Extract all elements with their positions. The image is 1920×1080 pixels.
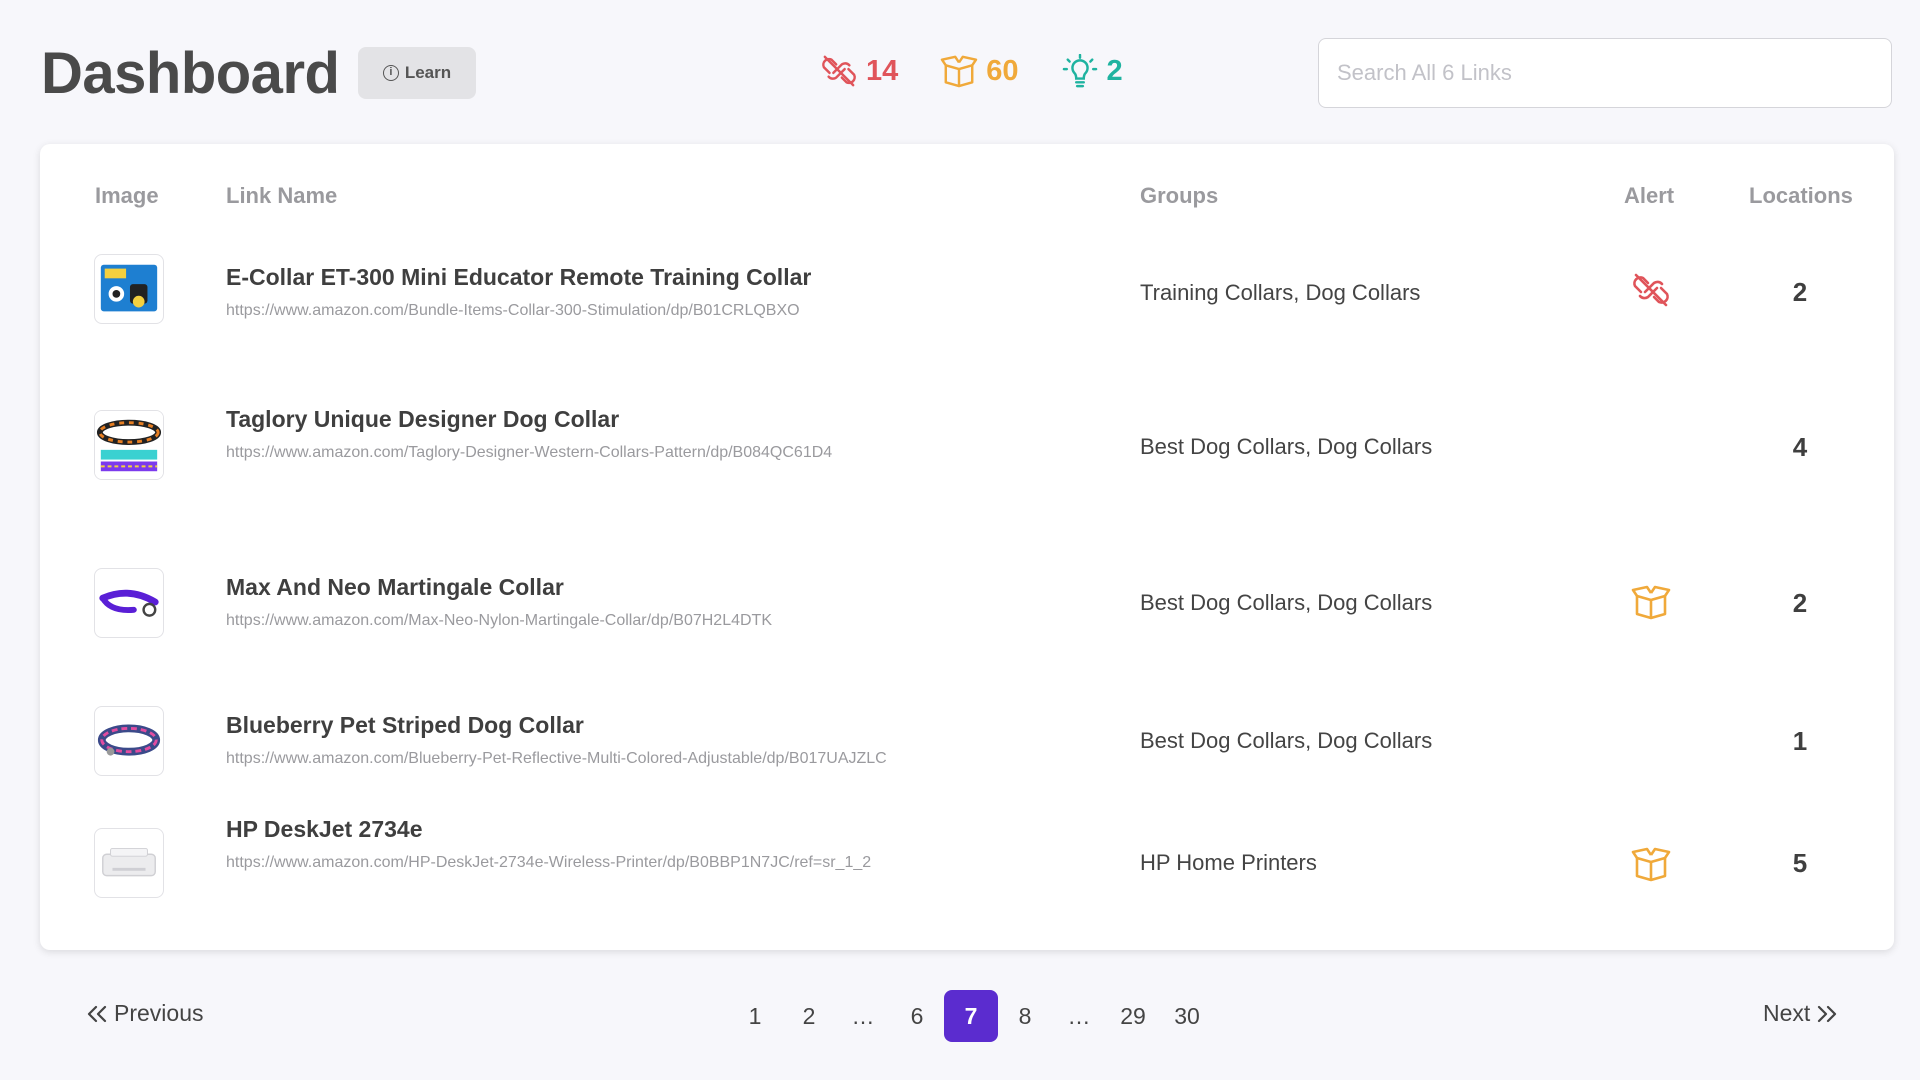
learn-label: Learn [404,63,452,82]
double-chevron-left-icon [87,1005,107,1022]
open-box-icon [1631,847,1671,882]
stat-suggestions[interactable]: 2 [1061,54,1123,88]
stat-suggestions-value: 2 [1106,54,1123,87]
product-image-striped-collar [97,724,161,756]
double-chevron-right-icon [1818,1005,1837,1022]
link-groups: Best Dog Collars, Dog Collars [1140,728,1433,753]
learn-button[interactable]: i Learn [358,47,476,99]
product-image-printer [102,847,156,877]
alert-cell[interactable] [1631,584,1671,620]
link-name[interactable]: Taglory Unique Designer Dog Collar [226,406,619,433]
alert-cell[interactable] [1631,846,1671,882]
page-button-current[interactable]: 7 [944,990,998,1042]
locations-count[interactable]: 1 [1780,726,1820,757]
next-label: Next [1763,1000,1811,1026]
stats-bar: 14 60 2 [820,54,1123,88]
link-name[interactable]: Blueberry Pet Striped Dog Collar [226,712,584,739]
link-url[interactable]: https://www.amazon.com/Max-Neo-Nylon-Mar… [226,612,772,630]
page-button[interactable]: 29 [1106,990,1160,1042]
product-thumbnail [94,568,164,638]
link-url[interactable]: https://www.amazon.com/Bundle-Items-Coll… [226,302,800,320]
next-page-button[interactable]: Next [1763,1000,1838,1027]
column-header-link-name[interactable]: Link Name [226,183,337,209]
stat-out-of-stock[interactable]: 60 [940,54,1019,88]
link-url[interactable]: https://www.amazon.com/HP-DeskJet-2734e-… [226,854,871,872]
open-box-icon [1631,585,1671,620]
link-name[interactable]: Max And Neo Martingale Collar [226,574,564,601]
page-button[interactable]: 2 [782,990,836,1042]
search-input[interactable] [1318,38,1892,108]
page-title: Dashboard [41,41,340,106]
column-header-groups[interactable]: Groups [1140,183,1218,209]
column-header-image: Image [95,183,159,208]
product-thumbnail [94,254,164,324]
link-name[interactable]: HP DeskJet 2734e [226,816,423,843]
link-groups: HP Home Printers [1140,850,1317,875]
link-url[interactable]: https://www.amazon.com/Taglory-Designer-… [226,444,832,462]
product-thumbnail [94,828,164,898]
locations-count[interactable]: 2 [1780,588,1820,619]
column-header-locations[interactable]: Locations [1749,183,1853,209]
pagination: Previous 1 2 … 6 7 8 … 29 30 Next [0,990,1920,1050]
alert-cell[interactable] [1631,272,1671,308]
header: Dashboard i Learn 14 60 2 Search All 6 L… [0,0,1920,140]
stat-broken-links[interactable]: 14 [820,54,898,88]
page-button[interactable]: 1 [728,990,782,1042]
product-thumbnail [94,410,164,480]
previous-label: Previous [114,1000,204,1026]
broken-link-icon [1633,273,1669,307]
product-image-training-collar [100,264,158,312]
broken-link-icon [822,55,856,87]
link-groups: Training Collars, Dog Collars [1140,280,1421,305]
page-ellipsis: … [1067,1002,1091,1029]
product-thumbnail [94,706,164,776]
links-table: Image Link Name Groups Alert Locations E… [40,144,1894,950]
page-button[interactable]: 6 [890,990,944,1042]
product-image-martingale-collar [99,589,159,617]
lightbulb-icon [1062,54,1097,88]
page-ellipsis: … [851,1002,875,1029]
page-numbers: 1 2 … 6 7 8 … 29 30 [728,990,1214,1042]
previous-page-button[interactable]: Previous [86,1000,203,1027]
link-groups: Best Dog Collars, Dog Collars [1140,590,1433,615]
locations-count[interactable]: 2 [1780,277,1820,308]
product-image-designer-collar [95,411,163,479]
column-header-alert[interactable]: Alert [1624,183,1674,209]
link-url[interactable]: https://www.amazon.com/Blueberry-Pet-Ref… [226,750,887,768]
locations-count[interactable]: 4 [1780,432,1820,463]
link-name[interactable]: E-Collar ET-300 Mini Educator Remote Tra… [226,264,811,291]
page-button[interactable]: 8 [998,990,1052,1042]
stat-out-of-stock-value: 60 [986,54,1019,87]
open-box-icon [941,55,978,88]
stat-broken-links-value: 14 [866,54,899,87]
page-button[interactable]: 30 [1160,990,1214,1042]
locations-count[interactable]: 5 [1780,848,1820,879]
link-groups: Best Dog Collars, Dog Collars [1140,434,1433,459]
info-icon: i [382,65,399,81]
